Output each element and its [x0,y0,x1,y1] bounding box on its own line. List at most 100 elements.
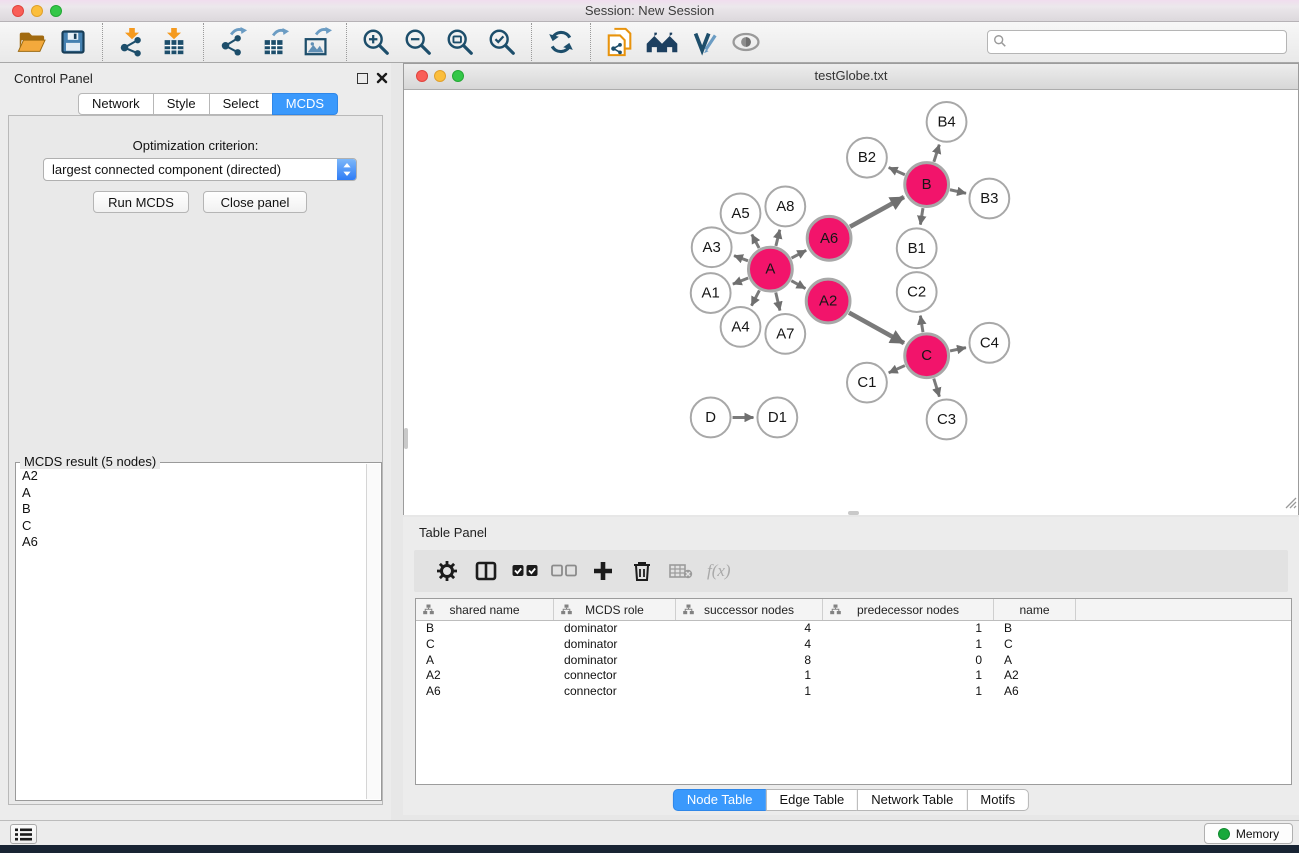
graph-edge-A-A1[interactable] [733,278,748,284]
graph-edge-A-A8[interactable] [776,230,780,246]
result-list-scrollbar[interactable] [366,464,380,799]
table-cell[interactable]: A2 [994,668,1076,684]
graph-node-C2[interactable]: C2 [897,272,937,312]
graph-node-A3[interactable]: A3 [692,227,732,267]
tab-node-table[interactable]: Node Table [673,789,767,811]
delete-column-icon[interactable] [629,558,655,584]
home-icon[interactable] [645,25,679,59]
table-cell[interactable]: dominator [554,653,676,669]
zoom-fit-icon[interactable] [443,25,477,59]
table-cell[interactable]: C [416,637,554,653]
graph-edge-C-C2[interactable] [920,316,923,332]
table-cell[interactable]: 1 [823,668,994,684]
refresh-network-icon[interactable] [544,25,578,59]
table-cell[interactable]: 4 [676,621,823,637]
graph-edge-C-C4[interactable] [950,348,966,351]
resize-grip-icon[interactable] [1284,496,1297,514]
graph-edge-C-C3[interactable] [934,379,940,397]
select-all-checkboxes-icon[interactable] [512,558,538,584]
table-cell[interactable]: dominator [554,621,676,637]
table-row[interactable]: Bdominator41B [416,621,1291,637]
table-cell[interactable]: 4 [676,637,823,653]
table-row[interactable]: A6connector11A6 [416,684,1291,700]
export-image-icon[interactable] [300,25,334,59]
zoom-out-icon[interactable] [401,25,435,59]
table-cell[interactable]: B [994,621,1076,637]
table-cell[interactable]: 8 [676,653,823,669]
horizontal-scrollbar-thumb[interactable] [848,511,859,515]
task-history-icon[interactable] [10,824,37,844]
close-panel-button[interactable]: Close panel [203,191,307,213]
graph-edge-B-B3[interactable] [950,190,966,194]
graph-node-B2[interactable]: B2 [847,138,887,178]
tab-motifs[interactable]: Motifs [966,789,1029,811]
graph-node-A6[interactable]: A6 [807,216,851,260]
style-preview-icon[interactable] [687,25,721,59]
zoom-in-icon[interactable] [359,25,393,59]
table-cell[interactable]: 1 [823,637,994,653]
graph-node-A5[interactable]: A5 [721,194,761,234]
graph-edge-B-B1[interactable] [920,208,923,224]
graph-edge-A6-B[interactable] [850,197,904,227]
graph-node-B1[interactable]: B1 [897,228,937,268]
float-panel-icon[interactable] [357,73,368,84]
delete-table-icon[interactable] [668,558,694,584]
tab-style[interactable]: Style [153,93,210,115]
graph-node-D[interactable]: D [691,398,731,438]
graph-node-A2[interactable]: A2 [806,279,850,323]
graph-node-A[interactable]: A [748,247,792,291]
result-list-item[interactable]: B [17,501,367,518]
graph-edge-A2-C[interactable] [849,313,904,344]
table-cell[interactable]: dominator [554,637,676,653]
tab-network[interactable]: Network [78,93,154,115]
graph-edge-A-A6[interactable] [792,250,807,258]
open-session-icon[interactable] [14,25,48,59]
result-list-item[interactable]: A2 [17,468,367,485]
column-header-name[interactable]: name [994,599,1076,620]
graph-node-C[interactable]: C [905,334,949,378]
table-cell[interactable]: 1 [823,621,994,637]
export-network-icon[interactable] [216,25,250,59]
table-row[interactable]: Cdominator41C [416,637,1291,653]
close-panel-icon[interactable] [375,72,388,85]
column-header-shared-name[interactable]: shared name [416,599,554,620]
column-header-successor-nodes[interactable]: successor nodes [676,599,823,620]
split-view-icon[interactable] [473,558,499,584]
tab-mcds[interactable]: MCDS [272,93,338,115]
result-list-item[interactable]: A [17,485,367,502]
column-header-predecessor-nodes[interactable]: predecessor nodes [823,599,994,620]
table-cell[interactable]: 1 [823,684,994,700]
table-settings-icon[interactable] [434,558,460,584]
graph-edge-B-B4[interactable] [934,145,939,162]
table-cell[interactable]: B [416,621,554,637]
network-from-selection-icon[interactable] [603,25,637,59]
graph-edge-A-A3[interactable] [734,256,748,261]
table-cell[interactable]: A [416,653,554,669]
network-canvas[interactable]: B4B2BB3B1A5A8A6A3AA1A2C2A4A7CC4C1C3DD1 [404,90,1298,515]
table-cell[interactable]: connector [554,668,676,684]
table-cell[interactable]: C [994,637,1076,653]
network-graph[interactable]: B4B2BB3B1A5A8A6A3AA1A2C2A4A7CC4C1C3DD1 [404,90,1298,515]
tab-select[interactable]: Select [209,93,273,115]
deselect-all-checkboxes-icon[interactable] [551,558,577,584]
graph-edge-A-A4[interactable] [751,290,759,305]
table-cell[interactable]: A2 [416,668,554,684]
table-cell[interactable]: A [994,653,1076,669]
run-mcds-button[interactable]: Run MCDS [93,191,189,213]
graph-node-A8[interactable]: A8 [765,187,805,227]
table-cell[interactable]: 0 [823,653,994,669]
result-list-item[interactable]: A6 [17,534,367,551]
save-session-icon[interactable] [56,25,90,59]
import-network-icon[interactable] [115,25,149,59]
graph-edge-B-B2[interactable] [889,167,905,174]
graph-node-A7[interactable]: A7 [765,314,805,354]
table-cell[interactable]: 1 [676,684,823,700]
import-table-icon[interactable] [157,25,191,59]
graph-node-B[interactable]: B [905,163,949,207]
graph-edge-A-A7[interactable] [776,292,780,310]
table-cell[interactable]: A6 [994,684,1076,700]
graph-node-C1[interactable]: C1 [847,363,887,403]
table-row[interactable]: Adominator80A [416,653,1291,669]
graph-node-A1[interactable]: A1 [691,273,731,313]
add-column-icon[interactable] [590,558,616,584]
